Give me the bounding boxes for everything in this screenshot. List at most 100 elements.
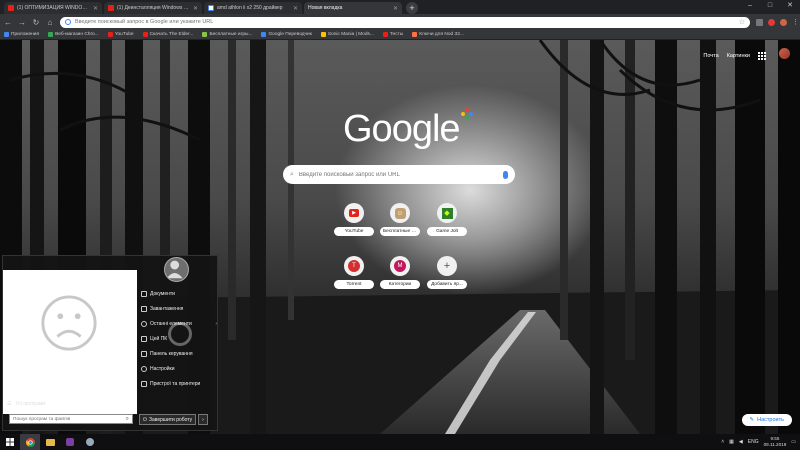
categories-letter-icon: M <box>394 260 406 272</box>
gamejolt-icon: ◆ <box>441 207 453 219</box>
top-links: Почта Картинки <box>703 52 766 60</box>
user-account-picture[interactable] <box>164 257 189 282</box>
system-tray: ˄ ▦ ◀ ENG 9:55 09.11.2019 ▭ <box>721 434 796 450</box>
chevron-right-icon: › <box>215 320 217 327</box>
start-search-input[interactable] <box>13 416 126 422</box>
tab-close-icon[interactable]: ✕ <box>293 5 298 12</box>
browser-tab-active[interactable]: Новая вкладка ✕ <box>304 2 402 14</box>
taskbar-chrome[interactable] <box>20 434 40 450</box>
bookmark-item[interactable]: Веб-магазин Chro... <box>48 32 99 37</box>
tab-close-icon[interactable]: ✕ <box>393 5 398 12</box>
images-link[interactable]: Картинки <box>727 53 750 59</box>
logo-sparkle-icon <box>461 108 473 120</box>
wrench-icon <box>141 350 147 357</box>
taskbar-file-explorer[interactable] <box>40 434 60 450</box>
start-item-devices[interactable]: Пристрої та принтери <box>141 376 217 391</box>
back-arrow-icon[interactable]: ← <box>4 18 12 27</box>
search-icon: ⌕ <box>290 170 294 178</box>
computer-icon <box>141 335 147 342</box>
all-programs-item[interactable]: ☰ Усі програми <box>7 401 45 407</box>
games-site-icon: ☺ <box>394 207 406 219</box>
taskbar-app[interactable] <box>60 434 80 450</box>
add-shortcut-tile[interactable]: + Добавить яр... <box>427 256 467 289</box>
tab-title: amd athlon ii x2 250 драйвер <box>217 5 283 11</box>
youtube-icon: ▶ <box>349 209 359 217</box>
bookmark-item[interactable]: Скачать The Elder... <box>142 32 193 37</box>
maximize-icon[interactable]: □ <box>760 0 780 12</box>
network-icon[interactable]: ▦ <box>729 439 734 445</box>
google-apps-icon[interactable] <box>758 52 766 60</box>
list-icon: ☰ <box>7 401 12 407</box>
start-item-documents[interactable]: Документи <box>141 286 217 301</box>
start-item-settings[interactable]: Настройки <box>141 361 217 376</box>
chevron-up-icon[interactable]: ˄ <box>721 439 724 445</box>
account-avatar[interactable] <box>779 48 790 59</box>
browser-toolbar: ← → ↻ ⌂ ☆ ⋮ <box>0 14 800 30</box>
tab-title: (1) ОПТИМИЗАЦИЯ WINDOWS <box>17 5 90 11</box>
user-silhouette-icon <box>166 260 183 279</box>
document-icon <box>141 290 147 297</box>
bookmark-item[interactable]: Тесты <box>382 32 403 37</box>
address-bar[interactable]: ☆ <box>60 16 750 28</box>
tab-strip: (1) ОПТИМИЗАЦИЯ WINDOWS ✕ (1) Деинсталля… <box>0 0 800 14</box>
torrent-letter-icon: T <box>348 260 360 272</box>
browser-tab[interactable]: amd athlon ii x2 250 драйвер ✕ <box>204 2 302 14</box>
menu-kebab-icon[interactable]: ⋮ <box>792 19 799 26</box>
reload-icon[interactable]: ↻ <box>32 18 40 27</box>
extension-icon[interactable] <box>756 18 763 26</box>
shortcut-tile-torrent[interactable]: T Torrent <box>334 256 374 289</box>
clock[interactable]: 9:55 09.11.2019 <box>764 436 787 448</box>
taskbar-app[interactable] <box>80 434 100 450</box>
start-button[interactable] <box>0 434 20 450</box>
youtube-icon <box>142 32 148 37</box>
bookmark-item[interactable]: Google Переводчик <box>261 32 312 37</box>
language-indicator[interactable]: ENG <box>748 439 759 445</box>
gear-icon <box>141 365 147 372</box>
ntp-search-box[interactable]: ⌕ <box>283 165 515 184</box>
webstore-icon <box>48 32 54 37</box>
tab-close-icon[interactable]: ✕ <box>193 5 198 12</box>
search-input[interactable] <box>298 171 498 178</box>
bookmarks-bar: Приложения Веб-магазин Chro... YouTube С… <box>0 30 800 40</box>
browser-tab[interactable]: (1) ОПТИМИЗАЦИЯ WINDOWS ✕ <box>4 2 102 14</box>
notifications-icon[interactable]: ▭ <box>791 439 796 445</box>
volume-icon[interactable]: ◀ <box>739 439 743 445</box>
forward-arrow-icon[interactable]: → <box>18 18 26 27</box>
microphone-icon[interactable] <box>503 170 508 179</box>
shortcut-tile-free-games[interactable]: ☺ Бесплатные и... <box>380 203 420 236</box>
shortcut-tile-gamejolt[interactable]: ◆ Game Jolt <box>427 203 467 236</box>
bookmark-item[interactable]: Ключи для Nod 32... <box>412 32 464 37</box>
app-hex-icon <box>66 438 74 446</box>
start-search-box[interactable]: ⌕ <box>9 414 133 424</box>
download-icon <box>141 305 147 312</box>
printer-icon <box>141 380 147 387</box>
screen: (1) ОПТИМИЗАЦИЯ WINDOWS ✕ (1) Деинсталля… <box>0 0 800 450</box>
game-icon <box>202 32 208 37</box>
shutdown-options-button[interactable]: › <box>198 414 208 425</box>
home-icon[interactable]: ⌂ <box>46 18 54 27</box>
start-item-downloads[interactable]: Завантаження <box>141 301 217 316</box>
shortcut-tile-categories[interactable]: M Категории <box>380 256 420 289</box>
address-input[interactable] <box>75 19 735 25</box>
bookmark-item[interactable]: Sonic Mania | Mods... <box>320 32 374 37</box>
profile-avatar-icon[interactable] <box>780 18 787 26</box>
bookmark-item[interactable]: Приложения <box>4 32 39 37</box>
extension-icons: ⋮ <box>756 18 799 26</box>
new-tab-button[interactable]: + <box>406 2 418 14</box>
extension-icon[interactable] <box>768 18 775 26</box>
start-item-control-panel[interactable]: Панель керування <box>141 346 217 361</box>
bookmark-item[interactable]: YouTube <box>107 32 134 37</box>
minimize-icon[interactable]: – <box>740 0 760 12</box>
customize-button[interactable]: ✎ Настроить <box>741 414 792 426</box>
bookmark-star-icon[interactable]: ☆ <box>739 18 745 26</box>
mail-link[interactable]: Почта <box>703 53 718 59</box>
tab-title: Новая вкладка <box>308 5 343 11</box>
tab-close-icon[interactable]: ✕ <box>93 5 98 12</box>
shortcut-tile-youtube[interactable]: ▶ YouTube <box>334 203 374 236</box>
close-icon[interactable]: ✕ <box>780 0 800 12</box>
browser-tab[interactable]: (1) Деинсталляция Windows 10 лучше ✕ <box>104 2 202 14</box>
sad-face-icon <box>41 295 97 351</box>
shutdown-button[interactable]: ⏻ Завершити роботу <box>139 414 197 425</box>
bookmark-item[interactable]: Бесплатные игры... <box>202 32 252 37</box>
loading-spinner-icon <box>168 322 192 346</box>
